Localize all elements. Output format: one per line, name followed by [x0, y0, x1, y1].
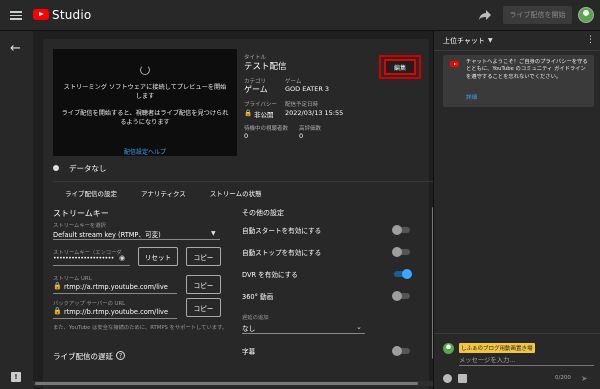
stream-key-field[interactable]: ••••••••••••••••••••	[53, 255, 114, 262]
privacy-label: プライバシー	[244, 102, 277, 108]
account-avatar[interactable]	[578, 7, 594, 23]
reset-button[interactable]: リセット	[138, 247, 178, 266]
chat-input-area: しふぁのブログ用動画置き場 メッセージを入力... 0/200 ➤	[434, 333, 600, 389]
360-video-toggle[interactable]	[392, 290, 410, 301]
emoji-icon[interactable]	[443, 374, 452, 383]
stream-preview: ストリーミング ソフトウェアに接続してプレビューを開始します ライブ配信を開始す…	[53, 49, 237, 156]
top-bar: Studio ライブ配信を開始	[0, 0, 600, 31]
super-chat-icon[interactable]	[458, 374, 467, 383]
waiting-viewers-value: 0	[244, 132, 249, 140]
help-icon[interactable]: ?	[116, 351, 125, 360]
stream-key-title: ストリームキー	[53, 209, 109, 218]
url-underline	[53, 293, 177, 294]
other-settings-title: その他の設定	[242, 209, 284, 217]
loading-spinner-icon	[140, 65, 150, 75]
auto-stop-toggle[interactable]	[392, 246, 410, 257]
share-icon[interactable]	[478, 9, 492, 21]
delay-label: 遅延の追加	[242, 315, 269, 321]
likes-label: 高評価数	[299, 126, 322, 132]
rtmps-note: また、YouTube は安全な接続のために、RTMPS をサポートしています。	[53, 325, 228, 331]
latency-title: ライブ配信の遅延	[53, 352, 113, 361]
stream-title: テスト配信	[244, 62, 287, 72]
edit-button[interactable]: 編集	[384, 59, 416, 75]
stream-overview-card: ストリーミング ソフトウェアに接続してプレビューを開始します ライブ配信を開始す…	[43, 39, 439, 204]
privacy-lock-icon: 🔒	[244, 109, 253, 117]
360-video-label: 360° 動画	[242, 293, 274, 301]
scheduled-value: 2022/03/13 15:55	[285, 109, 344, 117]
captions-toggle[interactable]	[392, 345, 410, 356]
main-panel: ストリーミング ソフトウェアに接続してプレビューを開始します ライブ配信を開始す…	[33, 31, 439, 389]
send-icon[interactable]: ➤	[581, 374, 588, 383]
chat-username: しふぁのブログ用動画置き場	[459, 343, 535, 353]
game-label: ゲーム	[285, 79, 302, 85]
data-status-text: データなし	[69, 163, 107, 173]
char-count: 0/200	[555, 375, 571, 381]
backup-url-field[interactable]: rtmp://b.rtmp.youtube.com/live	[64, 308, 168, 316]
menu-icon[interactable]	[10, 11, 22, 20]
studio-label: Studio	[52, 8, 92, 22]
back-arrow-icon[interactable]: ←	[10, 42, 21, 55]
auto-stop-label: 自動ストップを有効にする	[242, 249, 322, 257]
avatar	[443, 343, 454, 354]
chat-input-underline	[459, 365, 594, 366]
dvr-label: DVR を有効にする	[242, 271, 298, 279]
category-value: ゲーム	[244, 85, 268, 94]
likes-value: 0	[299, 132, 304, 140]
auto-start-toggle[interactable]	[392, 224, 410, 235]
stream-key-select[interactable]: Default stream key (RTMP、可変)	[53, 229, 161, 239]
youtube-logo-icon[interactable]	[33, 9, 49, 20]
select-underline	[53, 239, 220, 240]
scheduled-label: 配信予定日時	[285, 102, 319, 108]
youtube-icon	[450, 61, 459, 67]
delay-underline	[242, 333, 365, 334]
visibility-off-icon[interactable]: ◉	[119, 254, 125, 262]
chat-mode-label[interactable]: 上位チャット	[443, 36, 485, 46]
auto-start-label: 自動スタートを有効にする	[242, 227, 322, 235]
stream-url-label: ストリーム URL	[53, 276, 92, 282]
copy-backup-button[interactable]: コピー	[186, 298, 221, 317]
stream-settings-help-link[interactable]: 配信設定ヘルプ	[61, 147, 229, 156]
status-dot-icon	[53, 165, 59, 171]
backup-underline	[53, 318, 177, 319]
lock-icon: 🔒	[53, 282, 62, 290]
stream-key-select-label: ストリームキーを選択	[53, 223, 106, 229]
game-value: GOD EATER 3	[285, 85, 330, 93]
feedback-icon[interactable]: !	[11, 372, 21, 382]
delay-select[interactable]: なし	[242, 323, 255, 333]
welcome-text: チャットへようこそ！ご自身のプライバシーを守るとともに、YouTube のコミュ…	[466, 59, 588, 80]
data-status-row: データなし	[53, 159, 107, 177]
more-options-icon[interactable]: ⋮	[586, 35, 595, 45]
preview-message-2: ライブ配信を開始すると、視聴者はライブ配信を見つけられるようになります	[61, 110, 229, 126]
backup-url-label: バックアップ サーバーの URL	[53, 301, 126, 307]
chevron-down-icon[interactable]: ⌄	[356, 323, 362, 331]
chevron-down-icon[interactable]: ▼	[488, 37, 493, 44]
chat-input[interactable]: メッセージを入力...	[459, 355, 515, 364]
lock-icon-2: 🔒	[53, 307, 62, 315]
dropdown-caret-icon[interactable]: ▼	[211, 230, 216, 237]
left-rail: ← !	[0, 31, 33, 389]
stream-url-field[interactable]: rtmp://a.rtmp.youtube.com/live	[64, 283, 168, 291]
copy-url-button[interactable]: コピー	[186, 275, 221, 294]
settings-panel: ストリームキー ストリームキーを選択 Default stream key (R…	[43, 197, 435, 389]
waiting-viewers-label: 待機中の視聴者数	[244, 126, 289, 132]
chat-welcome-message: チャットへようこそ！ご自身のプライバシーを守るとともに、YouTube のコミュ…	[443, 55, 594, 107]
horizontal-scrollbar[interactable]	[33, 381, 433, 386]
key-underline	[53, 265, 130, 266]
copy-key-button[interactable]: コピー	[186, 247, 221, 266]
preview-message: ストリーミング ソフトウェアに接続してプレビューを開始します	[63, 84, 227, 100]
captions-label: 字幕	[242, 348, 256, 356]
privacy-value: 非公開	[254, 111, 274, 119]
start-live-button[interactable]: ライブ配信を開始	[503, 6, 572, 24]
chat-panel: 上位チャット ▼ ⋮ チャットへようこそ！ご自身のプライバシーを守るとともに、Y…	[433, 31, 600, 389]
chat-header[interactable]: 上位チャット ▼	[434, 31, 600, 51]
dvr-toggle[interactable]	[394, 268, 412, 279]
learn-more-link[interactable]: 詳細	[466, 93, 477, 101]
